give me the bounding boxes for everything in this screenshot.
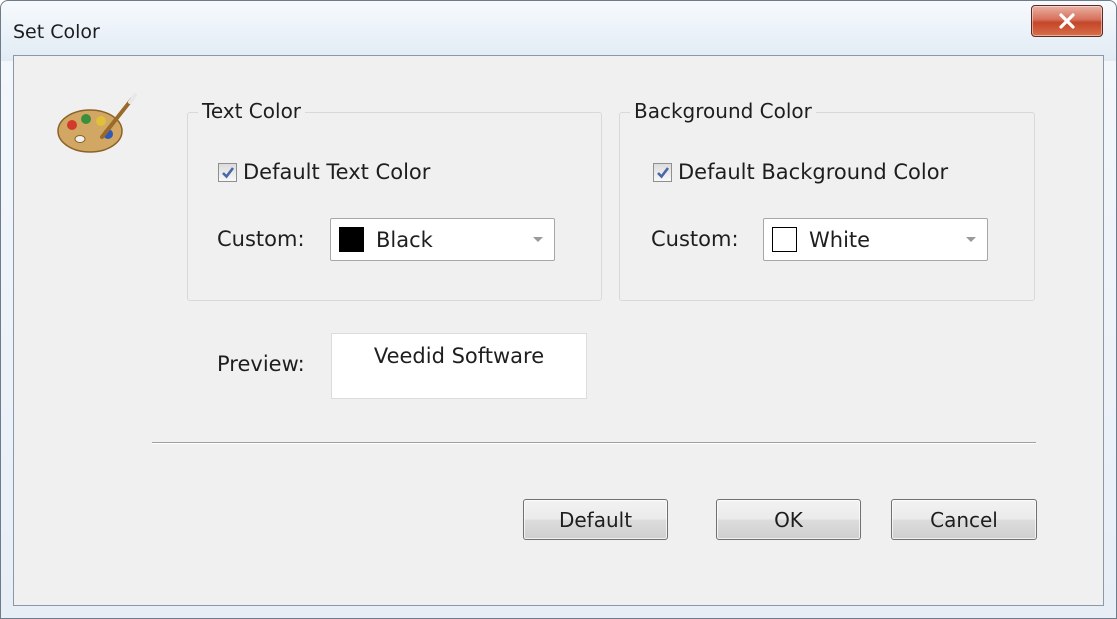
background-color-group-title: Background Color [630, 99, 816, 123]
background-custom-label: Custom: [651, 227, 739, 251]
background-color-group: Background Color [619, 99, 1035, 301]
chevron-down-icon [533, 237, 543, 242]
text-color-group: Text Color [187, 99, 602, 301]
text-color-dropdown[interactable]: Black [330, 218, 555, 261]
cancel-button[interactable]: Cancel [891, 499, 1037, 540]
set-color-dialog: Set Color Text Color Default Text Color … [0, 0, 1117, 619]
chevron-down-icon [966, 237, 976, 242]
close-button[interactable] [1031, 5, 1103, 37]
dialog-body: Text Color Default Text Color Custom: Bl… [13, 55, 1104, 606]
checkbox-box[interactable] [218, 162, 237, 182]
default-button[interactable]: Default [523, 499, 668, 540]
default-background-color-checkbox[interactable]: Default Background Color [653, 160, 948, 184]
title-bar[interactable]: Set Color [1, 1, 1116, 61]
checkbox-box[interactable] [653, 162, 672, 182]
palette-icon [57, 93, 137, 153]
default-text-color-checkbox[interactable]: Default Text Color [218, 160, 430, 184]
ok-button[interactable]: OK [716, 499, 861, 540]
text-color-swatch [339, 227, 364, 252]
checkmark-icon [656, 166, 669, 178]
preview-box: Veedid Software [331, 333, 587, 399]
background-color-swatch [772, 227, 797, 252]
background-color-dropdown[interactable]: White [763, 218, 988, 261]
text-color-value: Black [376, 227, 433, 252]
window-title: Set Color [13, 21, 100, 43]
checkmark-icon [221, 166, 234, 178]
text-custom-label: Custom: [217, 227, 305, 251]
separator-line [152, 442, 1036, 444]
text-color-group-title: Text Color [198, 99, 306, 123]
preview-label: Preview: [217, 352, 305, 376]
close-icon [1059, 13, 1075, 29]
preview-sample-text: Veedid Software [373, 344, 545, 368]
default-text-color-label: Default Text Color [243, 160, 431, 184]
background-color-value: White [809, 227, 871, 252]
default-background-color-label: Default Background Color [678, 160, 949, 184]
